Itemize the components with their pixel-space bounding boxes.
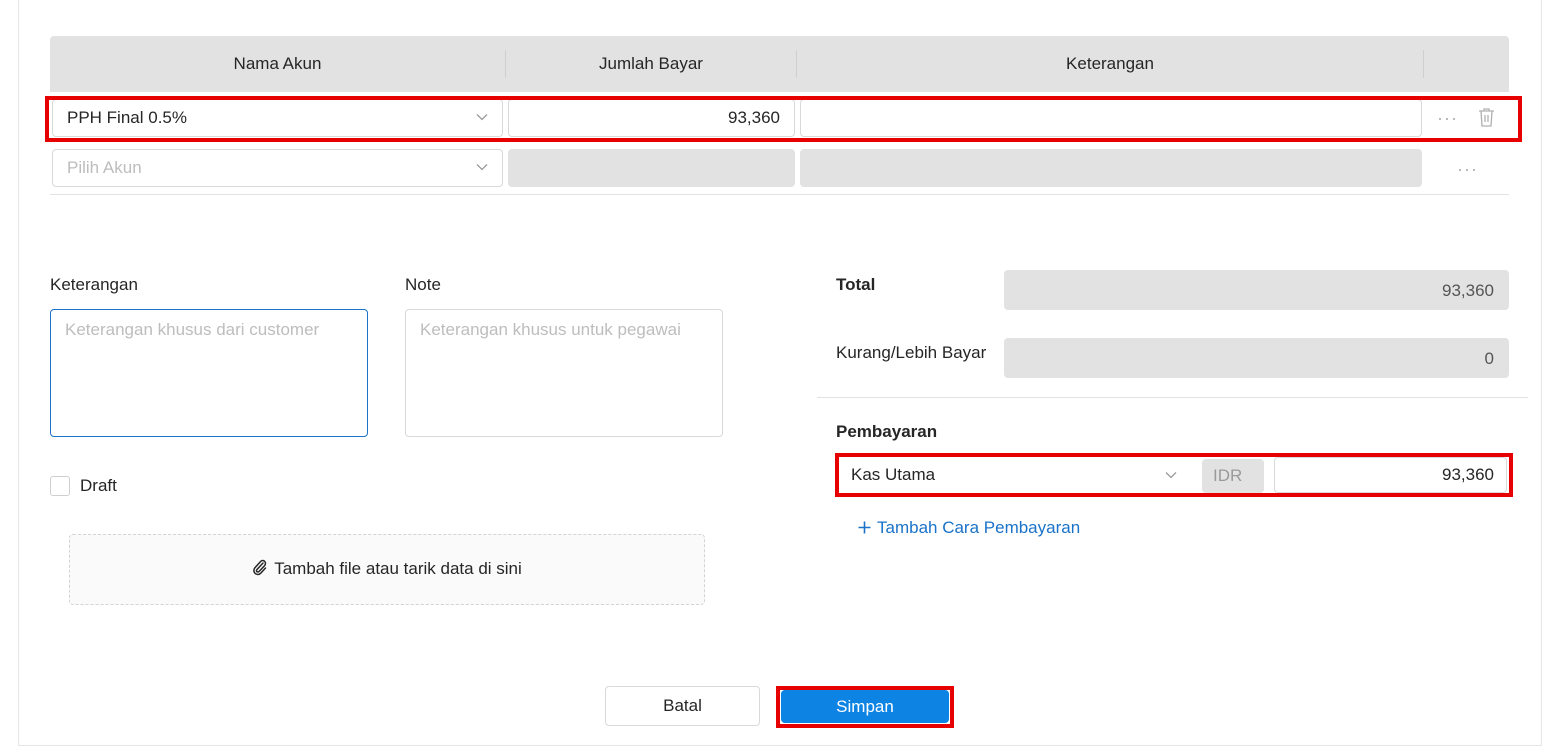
amount-input-row2 [508, 149, 795, 187]
cancel-button[interactable]: Batal [605, 686, 760, 726]
total-value-field: 93,360 [1004, 270, 1509, 310]
currency-badge: IDR [1202, 459, 1264, 493]
account-select-row1[interactable]: PPH Final 0.5% [52, 99, 503, 137]
payment-method-value: Kas Utama [851, 465, 936, 484]
total-value: 93,360 [1442, 281, 1494, 300]
dropzone-text: Tambah file atau tarik data di sini [70, 559, 704, 579]
draft-label: Draft [80, 476, 117, 495]
more-options-icon[interactable]: ··· [1437, 109, 1458, 127]
currency-value: IDR [1213, 466, 1243, 485]
diff-value: 0 [1484, 349, 1494, 368]
account-select-row2[interactable]: Pilih Akun [52, 149, 503, 187]
add-payment-link[interactable]: Tambah Cara Pembayaran [858, 518, 1080, 538]
chevron-down-icon [476, 164, 488, 171]
table-bottom-divider [50, 194, 1509, 195]
keterangan-label: Keterangan [50, 275, 138, 294]
trash-icon[interactable] [1478, 107, 1495, 127]
header-jumlah-bayar: Jumlah Bayar [599, 54, 703, 73]
paperclip-icon [253, 559, 267, 576]
keterangan-placeholder: Keterangan khusus dari customer [65, 320, 320, 339]
note-input-row2 [800, 149, 1422, 187]
note-placeholder: Keterangan khusus untuk pegawai [420, 320, 681, 339]
payment-amount-value: 93,360 [1442, 465, 1494, 484]
payment-amount-input[interactable]: 93,360 [1274, 457, 1507, 493]
add-payment-label: Tambah Cara Pembayaran [877, 518, 1081, 537]
header-divider [1423, 50, 1424, 78]
payment-method-select[interactable]: Kas Utama [840, 457, 1192, 493]
save-button[interactable]: Simpan [781, 690, 949, 723]
note-input-row1[interactable] [800, 99, 1422, 137]
account-select-placeholder: Pilih Akun [67, 158, 142, 177]
note-label: Note [405, 275, 441, 294]
diff-value-field: 0 [1004, 338, 1509, 378]
file-dropzone[interactable]: Tambah file atau tarik data di sini [69, 534, 705, 605]
header-keterangan: Keterangan [1066, 54, 1154, 73]
summary-divider [817, 397, 1528, 398]
amount-value: 93,360 [728, 108, 780, 127]
more-options-icon[interactable]: ··· [1457, 160, 1478, 178]
draft-checkbox[interactable] [50, 476, 70, 496]
diff-label: Kurang/Lebih Bayar [836, 343, 987, 362]
table-header: Nama Akun Jumlah Bayar Keterangan [50, 36, 1509, 92]
amount-input-row1[interactable]: 93,360 [508, 99, 795, 137]
keterangan-textarea[interactable]: Keterangan khusus dari customer [50, 309, 368, 437]
header-nama-akun: Nama Akun [233, 54, 322, 73]
total-label: Total [836, 275, 876, 294]
note-textarea[interactable]: Keterangan khusus untuk pegawai [405, 309, 723, 437]
chevron-down-icon [1165, 472, 1177, 479]
dropzone-label: Tambah file atau tarik data di sini [274, 559, 522, 578]
payment-title: Pembayaran [836, 422, 938, 441]
chevron-down-icon [476, 114, 488, 121]
plus-icon [858, 521, 871, 534]
account-select-value: PPH Final 0.5% [67, 108, 187, 127]
